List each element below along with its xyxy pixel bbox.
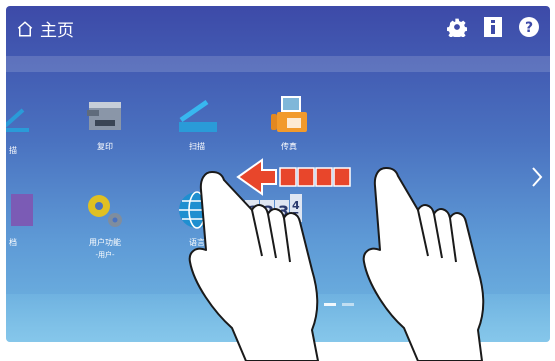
svg-text:3: 3 xyxy=(278,202,289,221)
copier-icon xyxy=(87,102,121,130)
tile-label: 用户功能 xyxy=(89,238,121,247)
gear-icon xyxy=(447,18,467,37)
tile-label: 档 xyxy=(9,238,17,247)
gears-icon xyxy=(88,195,122,227)
help-button[interactable]: ? xyxy=(518,16,540,38)
help-icon: ? xyxy=(519,17,539,37)
fax-icon xyxy=(271,96,307,132)
header-bar: 主页 ? xyxy=(6,6,550,52)
page-dot xyxy=(342,303,354,306)
settings-button[interactable] xyxy=(446,16,468,38)
page-title: 主页 xyxy=(40,21,74,41)
page-dot xyxy=(306,303,318,306)
page-dot-active xyxy=(324,303,336,306)
home-icon xyxy=(17,20,33,36)
document-icon xyxy=(11,194,33,226)
tile-label: 传真 xyxy=(281,142,297,151)
bottom-bar xyxy=(6,294,550,342)
svg-text:2: 2 xyxy=(263,202,274,221)
tile-sublabel: -用户- xyxy=(95,251,115,259)
tile-label: 语言 xyxy=(189,238,205,247)
numbers-icon: 1 2 3 45 xyxy=(245,194,302,223)
chevron-right-icon[interactable] xyxy=(530,166,544,188)
page-indicator xyxy=(306,303,354,306)
tile-label: 描 xyxy=(9,146,17,155)
highlight-band xyxy=(6,56,550,72)
svg-text:1: 1 xyxy=(248,202,259,221)
info-button[interactable] xyxy=(482,16,504,38)
tile-label: 扫描 xyxy=(189,142,205,151)
tile-label: 复印 xyxy=(97,142,113,151)
svg-text:?: ? xyxy=(525,20,533,36)
flatbed-scan-icon xyxy=(179,99,217,132)
swipe-left-arrow-icon xyxy=(236,158,351,196)
globe-icon xyxy=(179,191,215,229)
svg-text:5: 5 xyxy=(292,210,300,223)
info-icon xyxy=(484,17,502,37)
scanner-icon xyxy=(6,108,29,132)
home-button[interactable]: 主页 xyxy=(16,16,74,41)
